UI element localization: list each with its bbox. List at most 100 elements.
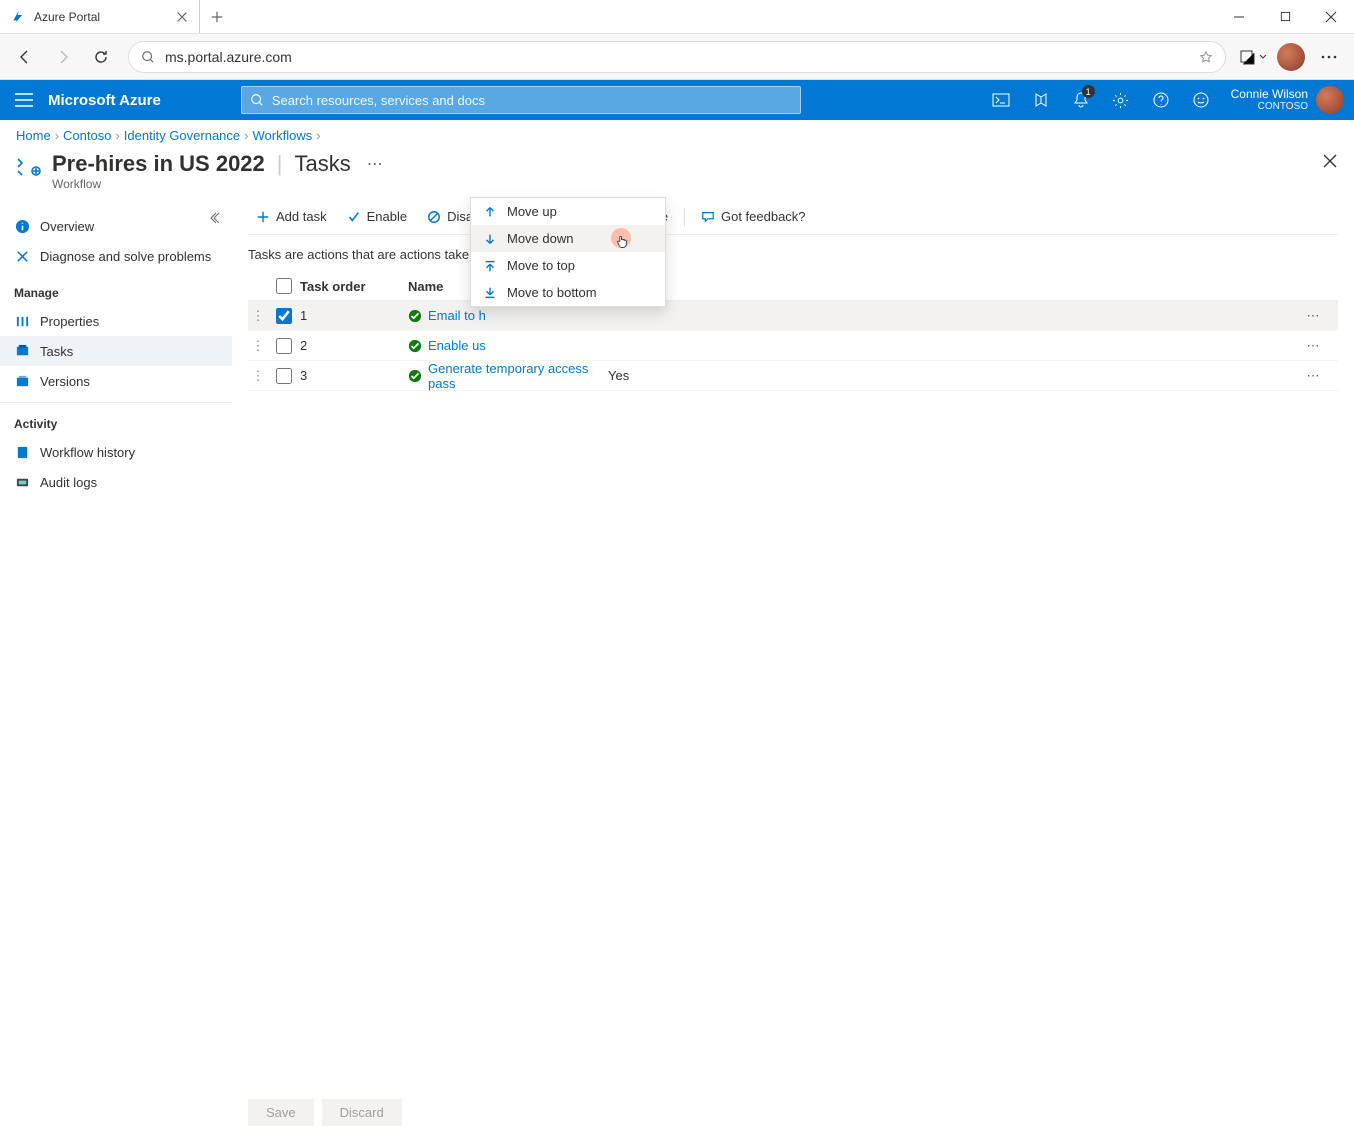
- sidebar-label: Diagnose and solve problems: [40, 249, 211, 264]
- row-checkbox[interactable]: [276, 308, 292, 324]
- drag-handle-icon[interactable]: ⋮: [248, 368, 268, 384]
- sidebar-label: Tasks: [40, 344, 73, 359]
- sidebar-group-manage: Manage: [0, 271, 232, 306]
- sidebar-item-tasks[interactable]: Tasks: [0, 336, 232, 366]
- status-ok-icon: [408, 309, 422, 323]
- sidebar-label: Workflow history: [40, 445, 135, 460]
- close-blade-button[interactable]: [1322, 153, 1338, 172]
- azure-topbar: Microsoft Azure 1 Connie Wilson CONTOSO: [0, 80, 1354, 120]
- move-to-top-item[interactable]: Move to top: [471, 252, 665, 279]
- drag-handle-icon[interactable]: ⋮: [248, 308, 268, 324]
- sidebar-label: Overview: [40, 219, 94, 234]
- description-text: Tasks are actions that are actions taken…: [248, 235, 1338, 272]
- info-icon: [14, 218, 30, 234]
- move-up-item[interactable]: Move up: [471, 198, 665, 225]
- row-order: 1: [300, 308, 408, 323]
- add-task-button[interactable]: Add task: [248, 205, 335, 228]
- sidebar-label: Properties: [40, 314, 99, 329]
- nav-back[interactable]: [8, 40, 42, 74]
- collapse-sidebar-icon[interactable]: [210, 211, 224, 228]
- tab-title: Azure Portal: [34, 10, 167, 24]
- table-row[interactable]: ⋮ 3 Generate temporary access pass Yes ⋯: [248, 361, 1338, 391]
- header-order[interactable]: Task order: [300, 279, 408, 294]
- sidebar-item-audit[interactable]: Audit logs: [0, 467, 232, 497]
- task-link[interactable]: Enable us: [428, 338, 486, 353]
- sidebar-item-history[interactable]: Workflow history: [0, 437, 232, 467]
- crumb-idgov[interactable]: Identity Governance: [124, 128, 240, 143]
- row-menu-icon[interactable]: ⋯: [1288, 308, 1338, 324]
- page-header: Pre-hires in US 2022 | Tasks ⋯ Workflow: [0, 147, 1354, 199]
- browser-tab[interactable]: Azure Portal: [0, 0, 200, 33]
- sidebar-label: Audit logs: [40, 475, 97, 490]
- row-checkbox[interactable]: [276, 338, 292, 354]
- select-all-checkbox[interactable]: [276, 278, 292, 294]
- notifications-icon[interactable]: 1: [1061, 80, 1101, 120]
- task-link[interactable]: Email to h: [428, 308, 486, 323]
- more-actions-icon[interactable]: ⋯: [363, 154, 387, 174]
- settings-icon[interactable]: [1101, 80, 1141, 120]
- save-button[interactable]: Save: [248, 1099, 314, 1126]
- feedback-face-icon[interactable]: [1181, 80, 1221, 120]
- help-icon[interactable]: [1141, 80, 1181, 120]
- crumb-home[interactable]: Home: [16, 128, 51, 143]
- sidebar-item-versions[interactable]: Versions: [0, 366, 232, 396]
- move-down-item[interactable]: Move down: [471, 225, 665, 252]
- page-section: Tasks: [295, 151, 351, 177]
- cloud-shell-icon[interactable]: [981, 80, 1021, 120]
- close-tab-icon[interactable]: [175, 10, 189, 24]
- content-area: Add task Enable Disable Reorder Delete G…: [232, 199, 1354, 1136]
- profile-avatar[interactable]: [1274, 40, 1308, 74]
- notification-badge: 1: [1082, 85, 1095, 98]
- crumb-contoso[interactable]: Contoso: [63, 128, 111, 143]
- window-maximize[interactable]: [1262, 0, 1308, 33]
- new-tab-button[interactable]: [200, 0, 234, 33]
- audit-icon: [14, 474, 30, 490]
- sidebar: Overview Diagnose and solve problems Man…: [0, 199, 232, 1136]
- crumb-workflows[interactable]: Workflows: [253, 128, 313, 143]
- nav-refresh[interactable]: [84, 40, 118, 74]
- browser-menu[interactable]: [1312, 40, 1346, 74]
- window-close[interactable]: [1308, 0, 1354, 33]
- status-ok-icon: [408, 369, 422, 383]
- browser-addressbar: ms.portal.azure.com: [0, 34, 1354, 80]
- wrench-icon: [14, 248, 30, 264]
- favorite-icon[interactable]: [1199, 50, 1213, 64]
- collections-icon[interactable]: [1236, 40, 1270, 74]
- plus-icon: [210, 10, 224, 24]
- portal-menu-button[interactable]: [0, 80, 48, 120]
- properties-icon: [14, 313, 30, 329]
- reorder-menu: Move up Move down Move to top Move to bo…: [470, 197, 666, 307]
- search-input[interactable]: [272, 93, 792, 108]
- row-order: 2: [300, 338, 408, 353]
- sidebar-item-properties[interactable]: Properties: [0, 306, 232, 336]
- directories-icon[interactable]: [1021, 80, 1061, 120]
- cursor-icon: [615, 235, 629, 249]
- window-minimize[interactable]: [1216, 0, 1262, 33]
- enable-button[interactable]: Enable: [339, 205, 415, 228]
- sidebar-item-overview[interactable]: Overview: [0, 211, 232, 241]
- toolbar: Add task Enable Disable Reorder Delete G…: [248, 199, 1338, 235]
- tasks-table: Task order Name ⋮ 1 Email to h ⋯ ⋮ 2: [248, 272, 1338, 391]
- row-menu-icon[interactable]: ⋯: [1288, 368, 1338, 384]
- move-to-bottom-item[interactable]: Move to bottom: [471, 279, 665, 306]
- task-link[interactable]: Generate temporary access pass: [428, 361, 608, 391]
- page-subtitle: Workflow: [52, 177, 387, 191]
- row-menu-icon[interactable]: ⋯: [1288, 338, 1338, 354]
- row-enabled: Yes: [608, 368, 688, 383]
- sidebar-label: Versions: [40, 374, 90, 389]
- table-row[interactable]: ⋮ 1 Email to h ⋯: [248, 301, 1338, 331]
- azure-brand[interactable]: Microsoft Azure: [48, 92, 201, 109]
- drag-handle-icon[interactable]: ⋮: [248, 338, 268, 354]
- table-row[interactable]: ⋮ 2 Enable us ⋯: [248, 331, 1338, 361]
- feedback-button[interactable]: Got feedback?: [693, 205, 814, 228]
- discard-button[interactable]: Discard: [322, 1099, 402, 1126]
- row-checkbox[interactable]: [276, 368, 292, 384]
- user-menu[interactable]: Connie Wilson CONTOSO: [1221, 86, 1354, 114]
- url-input[interactable]: ms.portal.azure.com: [128, 41, 1226, 73]
- nav-forward: [46, 40, 80, 74]
- sidebar-item-diagnose[interactable]: Diagnose and solve problems: [0, 241, 232, 271]
- tasks-icon: [14, 343, 30, 359]
- user-org: CONTOSO: [1231, 101, 1308, 112]
- global-search[interactable]: [241, 86, 801, 114]
- page-title: Pre-hires in US 2022: [52, 151, 265, 177]
